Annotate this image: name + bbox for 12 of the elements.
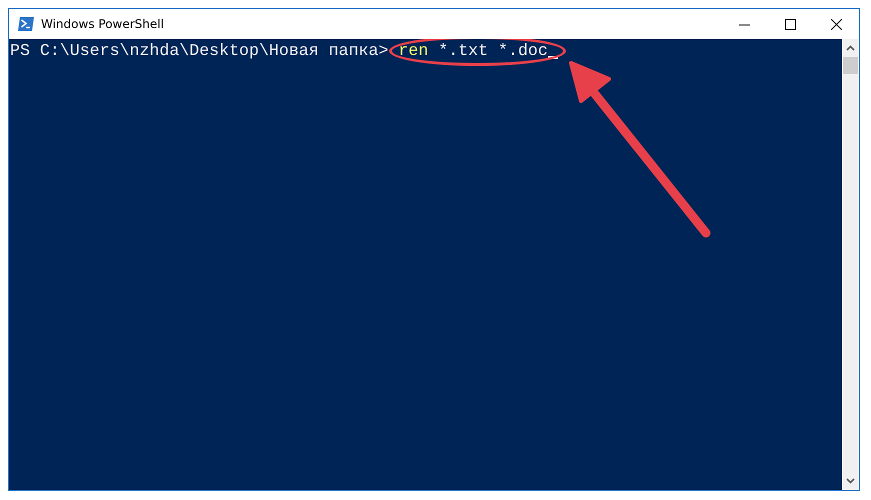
command-token: *.txt *.doc: [438, 41, 548, 61]
window-title: Windows PowerShell: [41, 17, 164, 31]
scroll-down-icon[interactable]: [846, 478, 855, 484]
scrollbar[interactable]: [842, 39, 859, 490]
powershell-icon: [18, 17, 34, 31]
close-icon[interactable]: [830, 18, 842, 30]
prompt-text: PS C:\Users\nzhda\Desktop\Новая папка>: [10, 41, 388, 61]
minimize-icon[interactable]: [738, 24, 750, 25]
maximize-icon[interactable]: [784, 18, 796, 30]
scroll-thumb[interactable]: [843, 57, 858, 74]
command-token: ren: [398, 41, 428, 61]
scroll-up-icon[interactable]: [846, 45, 855, 51]
